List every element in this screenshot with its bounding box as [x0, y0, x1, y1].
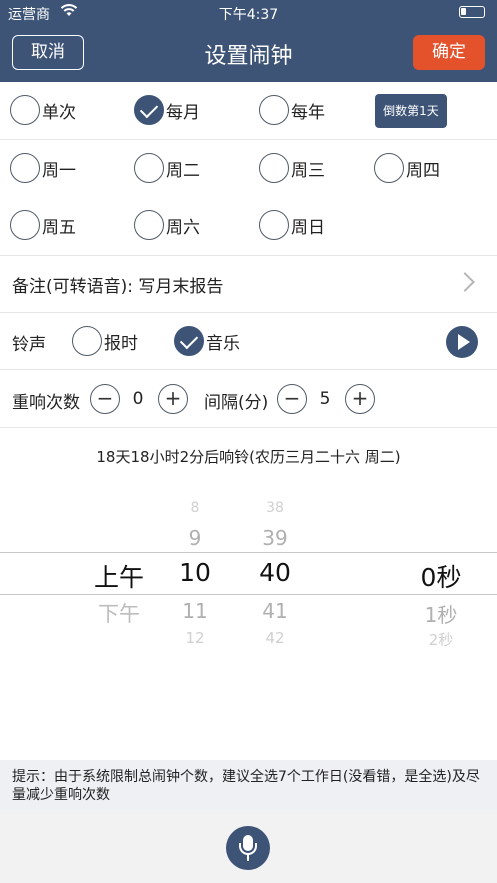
- radio-icon: [134, 210, 164, 240]
- bottom-bar: [0, 810, 497, 883]
- picker-second-item[interactable]: 2秒: [400, 629, 482, 646]
- weekday-sun[interactable]: 周日: [259, 207, 325, 243]
- interval-plus-button[interactable]: +: [345, 384, 375, 414]
- weekday-mon[interactable]: 周一: [10, 150, 76, 186]
- interval-label: 间隔(分): [204, 393, 269, 413]
- picker-minute-item[interactable]: 38: [240, 500, 310, 516]
- ringtone-label: 铃声: [12, 335, 46, 355]
- picker-hour-item[interactable]: 9: [160, 526, 230, 550]
- picker-hour-selected[interactable]: 10: [160, 558, 230, 587]
- option-yearly-label: 每年: [291, 102, 325, 123]
- radio-icon: [10, 95, 40, 125]
- tip-text: 提示：由于系统限制总闹钟个数，建议全选7个工作日(没看错，是全选)及尽量减少重响…: [12, 769, 480, 803]
- weekday-label: 周四: [406, 160, 440, 181]
- ringtone-music-label: 音乐: [206, 333, 240, 354]
- divider: [0, 427, 497, 428]
- option-once-label: 单次: [42, 102, 76, 123]
- divider: [0, 369, 497, 370]
- radio-icon: [374, 153, 404, 183]
- divider: [0, 139, 497, 140]
- radio-icon: [72, 326, 102, 356]
- picker-minute-item[interactable]: 41: [240, 599, 310, 623]
- picker-second-selected[interactable]: 0秒: [400, 558, 482, 594]
- weekday-label: 周三: [291, 160, 325, 181]
- option-yearly[interactable]: 每年: [259, 92, 325, 128]
- radio-icon: [259, 153, 289, 183]
- interval-minus-button[interactable]: −: [277, 384, 307, 414]
- weekday-tue[interactable]: 周二: [134, 150, 200, 186]
- radio-checked-icon: [134, 95, 164, 125]
- mic-foot: [247, 855, 249, 861]
- picker-minute-selected[interactable]: 40: [240, 558, 310, 587]
- status-time: 下午4:37: [218, 7, 279, 23]
- tip-area: 提示：由于系统限制总闹钟个数，建议全选7个工作日(没看错，是全选)及尽量减少重响…: [0, 760, 497, 810]
- mic-stand: [239, 843, 257, 855]
- nav-bar: 取消 设置闹钟 确定: [0, 24, 497, 82]
- radio-icon: [259, 210, 289, 240]
- picker-minute-item[interactable]: 42: [240, 629, 310, 646]
- repeat-count-minus-button[interactable]: −: [90, 384, 120, 414]
- ringtone-music-option[interactable]: 音乐: [174, 323, 240, 359]
- weekday-wed[interactable]: 周三: [259, 150, 325, 186]
- radio-checked-icon: [174, 326, 204, 356]
- weekday-label: 周五: [42, 217, 76, 238]
- divider: [0, 312, 497, 313]
- interval-value: 5: [319, 389, 331, 409]
- picker-hour-item[interactable]: 8: [160, 500, 230, 516]
- option-monthly-label: 每月: [166, 102, 200, 123]
- microphone-icon[interactable]: [226, 826, 270, 870]
- radio-icon: [259, 95, 289, 125]
- play-icon[interactable]: [446, 326, 478, 358]
- picker-ampm-next[interactable]: 下午: [80, 598, 158, 628]
- radio-icon: [10, 210, 40, 240]
- weekday-label: 周六: [166, 217, 200, 238]
- countdown-day-button[interactable]: 倒数第1天: [375, 94, 447, 128]
- repeat-count-plus-button[interactable]: +: [158, 384, 188, 414]
- confirm-button[interactable]: 确定: [413, 35, 485, 70]
- picker-hour-item[interactable]: 12: [160, 629, 230, 646]
- status-bar: 运营商 下午4:37: [0, 0, 497, 24]
- repeat-count-label: 重响次数: [12, 393, 80, 413]
- time-picker[interactable]: 上午 下午 8 9 10 11 12 38 39 40 41 42 0秒 1秒 …: [0, 484, 497, 646]
- option-once[interactable]: 单次: [10, 92, 76, 128]
- picker-ampm-selected[interactable]: 上午: [80, 558, 158, 594]
- radio-icon: [134, 153, 164, 183]
- countdown-text: 18天18小时2分后响铃(农历三月二十六 周二): [96, 448, 401, 466]
- picker-hour-item[interactable]: 11: [160, 599, 230, 623]
- radio-icon: [10, 153, 40, 183]
- weekday-label: 周日: [291, 217, 325, 238]
- picker-selection-top-line: [0, 552, 497, 553]
- picker-minute-item[interactable]: 39: [240, 526, 310, 550]
- ringtone-chime-option[interactable]: 报时: [72, 323, 138, 359]
- ringtone-chime-label: 报时: [104, 333, 138, 354]
- weekday-fri[interactable]: 周五: [10, 207, 76, 243]
- weekday-thu[interactable]: 周四: [374, 150, 440, 186]
- option-monthly[interactable]: 每月: [134, 92, 200, 128]
- picker-selection-bottom-line: [0, 594, 497, 595]
- repeat-count-value: 0: [132, 389, 144, 409]
- picker-second-item[interactable]: 1秒: [400, 599, 482, 628]
- weekday-sat[interactable]: 周六: [134, 207, 200, 243]
- note-label: 备注(可转语音): 写月末报告: [12, 277, 224, 297]
- battery-icon: [459, 6, 485, 18]
- weekday-label: 周一: [42, 160, 76, 181]
- weekday-label: 周二: [166, 160, 200, 181]
